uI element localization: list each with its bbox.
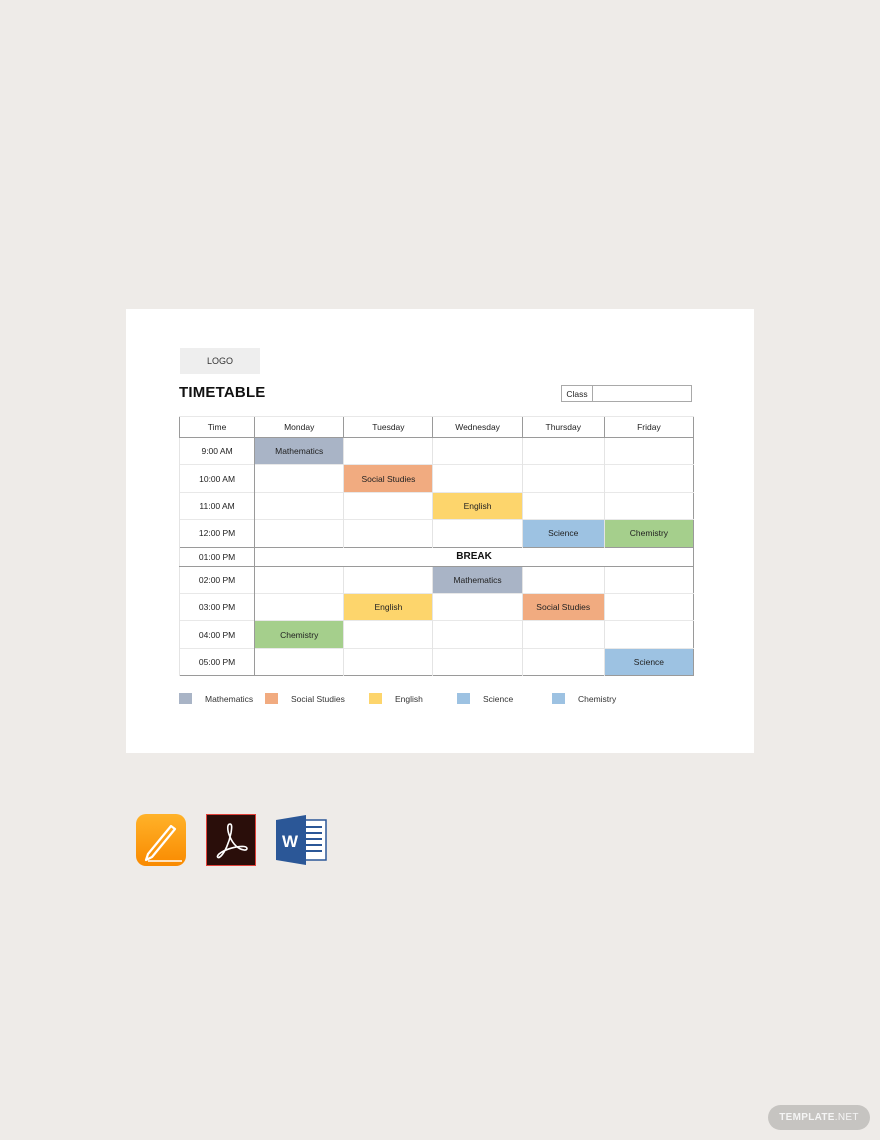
empty-cell (432, 620, 523, 649)
empty-cell (521, 647, 605, 676)
legend-label: Chemistry (578, 693, 617, 704)
format-icons: W (136, 814, 346, 866)
subject-cell: English (432, 491, 523, 520)
empty-cell (343, 436, 433, 465)
legend-label: Social Studies (291, 693, 345, 704)
empty-cell (432, 519, 523, 548)
table-row: 03:00 PM English Social Studies (178, 592, 694, 621)
empty-cell (343, 565, 433, 594)
class-input[interactable] (593, 386, 691, 401)
subject-cell: Chemistry (254, 620, 344, 649)
subject-cell: Mathematics (432, 565, 523, 594)
legend-swatch (179, 693, 192, 704)
empty-cell (254, 592, 344, 621)
logo-text: LOGO (206, 356, 233, 366)
legend-label: Mathematics (205, 693, 254, 704)
table-row: 12:00 PM Science Chemistry (178, 519, 694, 548)
legend-swatch (457, 693, 470, 704)
header-tuesday: Tuesday (343, 416, 433, 438)
word-icon[interactable]: W (276, 814, 327, 866)
legend-item: English (369, 693, 423, 704)
header-row: Time Monday Tuesday Wednesday Thursday F… (178, 416, 694, 438)
empty-cell (254, 519, 344, 548)
class-label: Class (562, 386, 593, 401)
empty-cell (343, 620, 433, 649)
empty-cell (521, 565, 605, 594)
table-row: 04:00 PM Chemistry (178, 620, 694, 649)
timetable-table: Time Monday Tuesday Wednesday Thursday F… (178, 416, 694, 677)
empty-cell (603, 436, 694, 465)
subject-cell: Social Studies (521, 592, 605, 621)
table-row: 9:00 AM Mathematics (178, 436, 694, 465)
header-monday: Monday (254, 416, 344, 438)
empty-cell (432, 592, 523, 621)
subject-cell: Science (603, 647, 694, 676)
subject-cell: Chemistry (603, 519, 694, 548)
time-cell: 05:00 PM (178, 647, 256, 676)
empty-cell (603, 620, 694, 649)
subject-cell: Mathematics (254, 436, 344, 465)
legend-swatch (369, 693, 382, 704)
subject-legend: Mathematics Social Studies English Science C… (179, 693, 649, 707)
pages-icon[interactable] (136, 814, 186, 866)
legend-item: Chemistry (552, 693, 616, 704)
logo-placeholder: LOGO (180, 348, 260, 374)
subject-cell: Science (521, 519, 605, 548)
empty-cell (603, 592, 694, 621)
empty-cell (603, 464, 694, 493)
time-cell: 9:00 AM (178, 436, 256, 465)
empty-cell (432, 464, 523, 493)
legend-item: Mathematics (179, 693, 253, 704)
time-cell: 01:00 PM (178, 546, 256, 567)
empty-cell (432, 647, 523, 676)
empty-cell (521, 620, 605, 649)
svg-text:W: W (282, 832, 299, 851)
table-row: 02:00 PM Mathematics (178, 565, 694, 594)
empty-cell (254, 647, 344, 676)
class-field: Class (561, 385, 692, 402)
empty-cell (432, 436, 523, 465)
empty-cell (254, 491, 344, 520)
time-cell: 02:00 PM (178, 565, 256, 594)
watermark-suffix: .NET (834, 1112, 859, 1123)
empty-cell (521, 436, 605, 465)
break-row: 01:00 PM BREAK (178, 546, 694, 567)
empty-cell (603, 491, 694, 520)
time-cell: 12:00 PM (178, 519, 256, 548)
table-row: 05:00 PM Science (178, 647, 694, 676)
empty-cell (254, 565, 344, 594)
empty-cell (521, 491, 605, 520)
header-friday: Friday (603, 416, 694, 438)
legend-item: Social Studies (265, 693, 345, 704)
empty-cell (343, 519, 433, 548)
table-row: 10:00 AM Social Studies (178, 464, 694, 493)
legend-label: English (395, 693, 423, 704)
empty-cell (343, 491, 433, 520)
legend-item: Science (457, 693, 513, 704)
acrobat-icon[interactable] (206, 814, 256, 866)
legend-label: Science (483, 693, 514, 704)
timetable-document: LOGO TIMETABLE Class Time Monday Tuesday… (126, 309, 754, 753)
subject-cell: Social Studies (343, 464, 433, 493)
document-title: TIMETABLE (179, 384, 266, 401)
time-cell: 04:00 PM (178, 620, 256, 649)
time-cell: 10:00 AM (178, 464, 256, 493)
header-time: Time (178, 416, 255, 438)
header-wednesday: Wednesday (432, 416, 523, 438)
timetable-body: 9:00 AM Mathematics 10:00 AM Social Studies… (178, 436, 694, 676)
header-thursday: Thursday (521, 416, 605, 438)
legend-swatch (552, 693, 565, 704)
empty-cell (254, 464, 344, 493)
template-net-watermark[interactable]: TEMPLATE .NET (768, 1105, 870, 1130)
legend-swatch (265, 693, 278, 704)
empty-cell (521, 464, 605, 493)
table-row: 11:00 AM English (178, 491, 694, 520)
break-cell: BREAK (254, 546, 694, 567)
empty-cell (603, 565, 694, 594)
empty-cell (343, 647, 433, 676)
watermark-brand: TEMPLATE (779, 1112, 835, 1123)
time-cell: 11:00 AM (178, 491, 256, 520)
time-cell: 03:00 PM (178, 592, 256, 621)
subject-cell: English (343, 592, 433, 621)
